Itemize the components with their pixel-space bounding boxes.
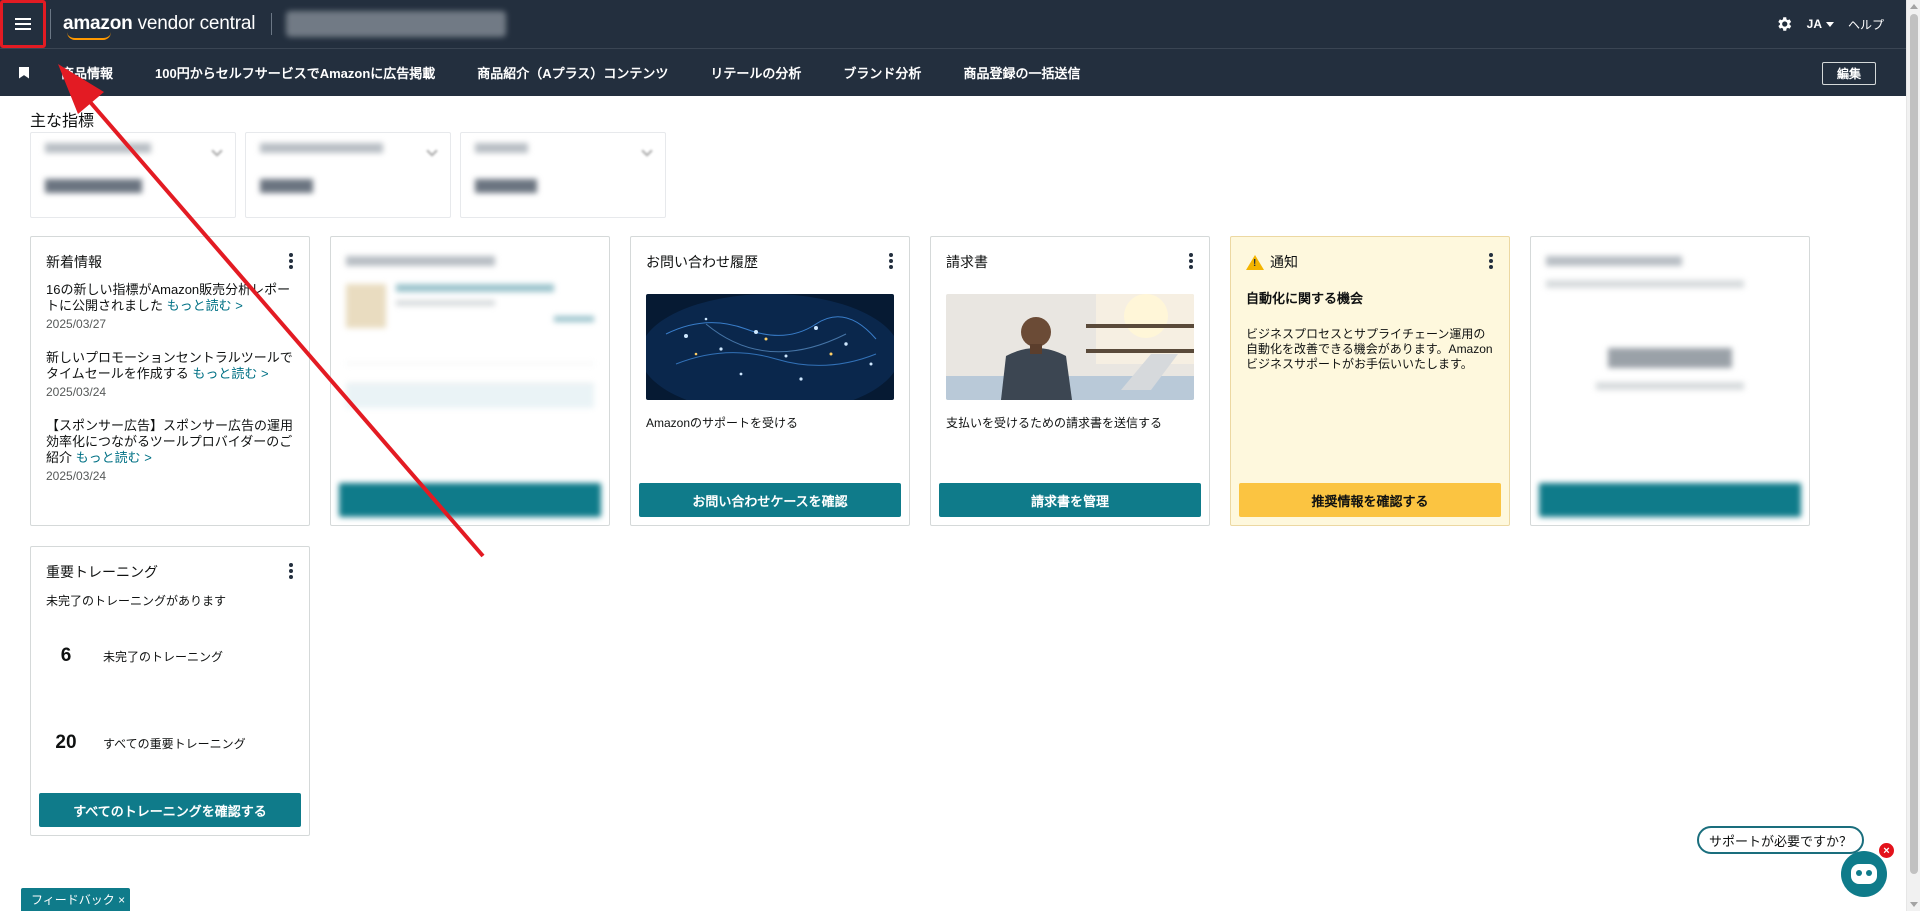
blurred-card-button[interactable] bbox=[1539, 483, 1801, 517]
news-card-title: 新着情報 bbox=[46, 254, 102, 270]
more-options-icon[interactable] bbox=[889, 253, 893, 269]
metric-card[interactable] bbox=[245, 132, 451, 218]
chevron-down-icon bbox=[1825, 21, 1834, 27]
invoice-card-title: 請求書 bbox=[946, 254, 988, 270]
incomplete-training-row[interactable]: 6 未完了のトレーニング bbox=[49, 645, 223, 667]
header-divider bbox=[271, 13, 273, 35]
read-more-link[interactable]: もっと読む > bbox=[167, 298, 243, 313]
view-recommendations-button[interactable]: 推奨情報を確認する bbox=[1239, 483, 1501, 517]
invoice-card-description: 支払いを受けるための請求書を送信する bbox=[946, 416, 1163, 430]
page-scrollbar[interactable] bbox=[1906, 0, 1920, 911]
news-item: 16の新しい指標がAmazon販売分析レポートに公開されました もっと読む > … bbox=[46, 282, 294, 332]
more-options-icon[interactable] bbox=[1489, 253, 1493, 269]
news-date: 2025/03/27 bbox=[46, 317, 107, 331]
feedback-button[interactable]: フィードバック × bbox=[21, 888, 131, 911]
menu-icon bbox=[15, 18, 31, 30]
read-more-link[interactable]: もっと読む > bbox=[76, 450, 152, 465]
manage-invoices-button[interactable]: 請求書を管理 bbox=[939, 483, 1201, 517]
nav-item-retail-analytics[interactable]: リテールの分析 bbox=[710, 63, 801, 82]
edit-nav-button[interactable]: 編集 bbox=[1822, 62, 1876, 85]
account-switcher[interactable] bbox=[286, 11, 507, 37]
scroll-up-icon[interactable] bbox=[1910, 4, 1918, 9]
top-header: amazon vendor central JA ヘルプ bbox=[0, 0, 1906, 48]
news-date: 2025/03/24 bbox=[46, 469, 107, 483]
gear-icon[interactable] bbox=[1775, 15, 1793, 33]
vendor-central-logo[interactable]: amazon vendor central bbox=[63, 13, 255, 40]
metric-card[interactable] bbox=[30, 132, 236, 218]
news-item: 【スポンサー広告】スポンサー広告の運用効率化につながるツールプロバイダーのご紹介… bbox=[46, 418, 294, 483]
more-options-icon[interactable] bbox=[289, 253, 293, 269]
language-selector[interactable]: JA bbox=[1807, 17, 1834, 31]
bookmark-icon[interactable] bbox=[19, 66, 29, 79]
notice-body: ビジネスプロセスとサプライチェーン運用の自動化を改善できる機会があります。Ama… bbox=[1246, 327, 1493, 371]
inquiry-card-title: お問い合わせ履歴 bbox=[646, 254, 758, 270]
invoice-card: 請求書 支払いを受けるための請求書を送信する 請求書を管理 bbox=[930, 236, 1210, 526]
blurred-card-button[interactable] bbox=[339, 483, 601, 517]
scrollbar-thumb[interactable] bbox=[1910, 14, 1918, 874]
all-training-row[interactable]: 20 すべての重要トレーニング bbox=[49, 732, 246, 754]
view-all-trainings-button[interactable]: すべてのトレーニングを確認する bbox=[39, 793, 301, 827]
header-divider bbox=[50, 9, 51, 39]
blurred-widget-card bbox=[330, 236, 610, 526]
need-help-bubble[interactable]: サポートが必要ですか？ bbox=[1697, 826, 1865, 854]
notice-heading: 自動化に関する機会 bbox=[1246, 291, 1364, 306]
nav-item-a-plus-content[interactable]: 商品紹介（Aプラス）コンテンツ bbox=[477, 63, 668, 82]
businessman-phone-image bbox=[946, 294, 1194, 400]
incomplete-training-count: 6 bbox=[60, 645, 72, 666]
help-link[interactable]: ヘルプ bbox=[1848, 16, 1884, 33]
close-icon[interactable]: × bbox=[1879, 843, 1894, 858]
world-network-image bbox=[646, 294, 894, 400]
warning-icon bbox=[1246, 254, 1264, 270]
more-options-icon[interactable] bbox=[1189, 253, 1193, 269]
read-more-link[interactable]: もっと読む > bbox=[192, 366, 268, 381]
training-card-title: 重要トレーニング bbox=[46, 564, 158, 580]
key-metrics-title: 主な指標 bbox=[30, 113, 95, 130]
nav-item-advertising[interactable]: 100円からセルフサービスでAmazonに広告掲載 bbox=[155, 63, 435, 82]
support-bot-icon[interactable] bbox=[1841, 851, 1887, 897]
nav-item-bulk-upload[interactable]: 商品登録の一括送信 bbox=[963, 63, 1080, 82]
nav-item-product-info[interactable]: 商品情報 bbox=[61, 63, 113, 82]
view-inquiry-cases-button[interactable]: お問い合わせケースを確認 bbox=[639, 483, 901, 517]
news-item: 新しいプロモーションセントラルツールでタイムセールを作成する もっと読む > 2… bbox=[46, 350, 293, 399]
incomplete-training-label: 未完了のトレーニング bbox=[103, 649, 224, 664]
training-subtitle: 未完了のトレーニングがあります bbox=[46, 594, 227, 608]
blurred-sales-card bbox=[1530, 236, 1810, 526]
more-options-icon[interactable] bbox=[289, 563, 293, 579]
metric-card[interactable] bbox=[460, 132, 666, 218]
scroll-down-icon[interactable] bbox=[1910, 902, 1918, 907]
notice-card-title: 通知 bbox=[1270, 254, 1298, 270]
all-training-count: 20 bbox=[55, 732, 77, 753]
notice-card: 通知 自動化に関する機会 ビジネスプロセスとサプライチェーン運用の自動化を改善で… bbox=[1230, 236, 1510, 526]
inquiry-card-description: Amazonのサポートを受ける bbox=[646, 416, 799, 430]
training-card: 重要トレーニング 未完了のトレーニングがあります 6 未完了のトレーニング 20… bbox=[30, 546, 310, 836]
news-date: 2025/03/24 bbox=[46, 385, 107, 399]
news-card: 新着情報 16の新しい指標がAmazon販売分析レポートに公開されました もっと… bbox=[30, 236, 310, 526]
hamburger-menu-button[interactable] bbox=[0, 0, 46, 48]
nav-item-brand-analytics[interactable]: ブランド分析 bbox=[843, 63, 921, 82]
inquiry-history-card: お問い合わせ履歴 Amazonのサポートを受ける お問い合わせケースを確認 bbox=[630, 236, 910, 526]
all-training-label: すべての重要トレーニング bbox=[103, 736, 246, 751]
main-nav: 商品情報 100円からセルフサービスでAmazonに広告掲載 商品紹介（Aプラス… bbox=[0, 48, 1906, 96]
